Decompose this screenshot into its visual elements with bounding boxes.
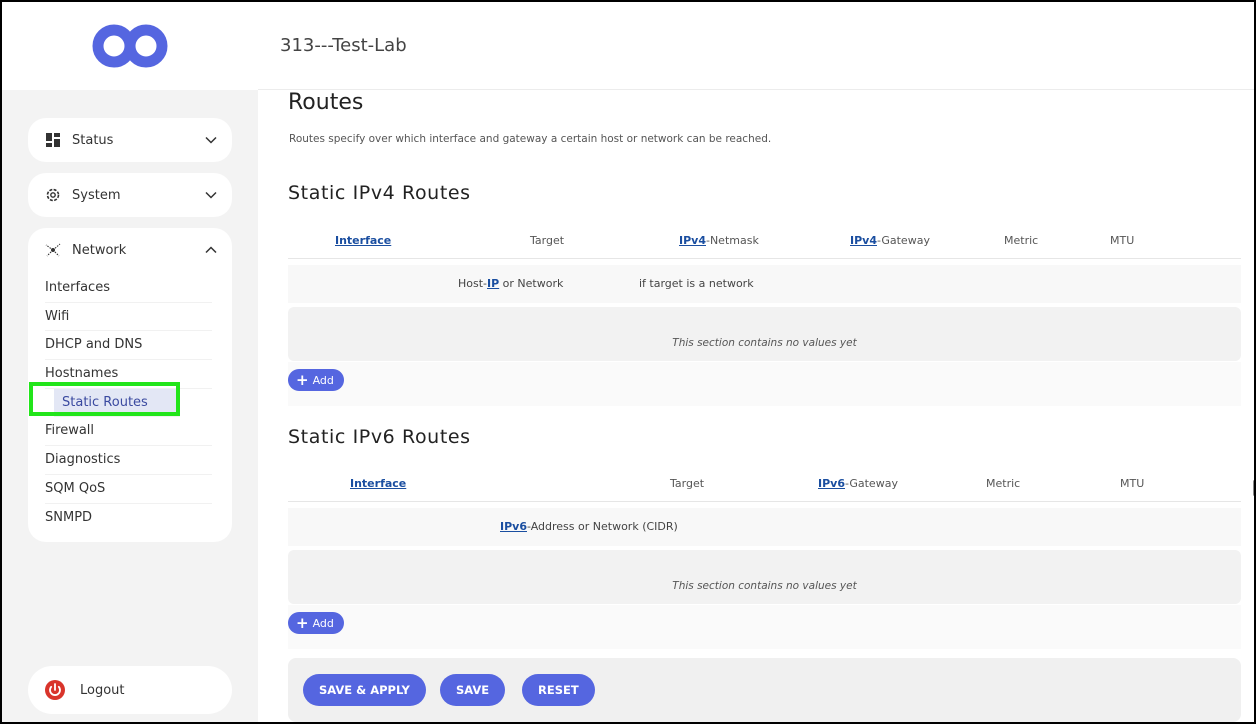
menu-status: Status: [28, 118, 232, 162]
ipv4-target-desc-abbr[interactable]: IP: [487, 277, 499, 290]
ipv4-gateway-rest: -Gateway: [876, 234, 930, 247]
page-title: Routes: [288, 90, 364, 115]
sidebar-item-hostnames[interactable]: Hostnames: [45, 360, 212, 389]
menu-network: Network Interfaces Wifi DHCP and DNS Hos…: [28, 228, 232, 542]
plus-icon: +: [296, 370, 309, 389]
logout-label: Logout: [80, 682, 125, 698]
ipv6-add-button[interactable]: + Add: [288, 612, 344, 634]
ipv6-col-mtu: MTU: [1120, 477, 1145, 490]
ipv6-table-header: Interface Target IPv6-Gateway Metric MTU: [288, 466, 1241, 502]
ipv6-empty-row: This section contains no values yet: [288, 550, 1241, 604]
ipv4-gateway-abbr[interactable]: IPv4: [850, 234, 877, 247]
ipv6-target-desc-abbr[interactable]: IPv6: [500, 520, 527, 533]
ipv4-col-metric: Metric: [1004, 234, 1039, 247]
ipv4-add-label: Add: [312, 373, 334, 387]
menu-network-toggle[interactable]: Network: [28, 228, 232, 272]
reset-button[interactable]: RESET: [522, 674, 595, 706]
menu-network-label: Network: [72, 242, 127, 258]
ipv6-target-desc: IPv6-Address or Network (CIDR): [500, 520, 678, 533]
sidebar-item-sqm-qos[interactable]: SQM QoS: [45, 475, 212, 504]
sidebar-item-wifi[interactable]: Wifi: [45, 303, 212, 332]
ipv4-empty-row: This section contains no values yet: [288, 307, 1241, 361]
sidebar-item-firewall[interactable]: Firewall: [45, 417, 212, 447]
dashboard-icon: [44, 131, 62, 149]
save-apply-button[interactable]: SAVE & APPLY: [303, 674, 426, 706]
ipv4-add-button[interactable]: + Add: [288, 369, 344, 391]
sidebar: Status System Network Interfaces Wifi DH…: [2, 2, 258, 722]
ipv4-netmask-desc: if target is a network: [639, 277, 754, 290]
save-button[interactable]: SAVE: [440, 674, 506, 706]
ipv4-netmask-rest: -Netmask: [705, 234, 759, 247]
ipv4-col-target: Target: [530, 234, 565, 247]
menu-system-label: System: [72, 187, 121, 203]
gear-icon: [44, 186, 62, 204]
ipv6-add-label: Add: [312, 616, 334, 630]
chevron-down-icon: [205, 191, 217, 199]
ipv6-col-interface[interactable]: Interface: [350, 477, 406, 490]
ipv6-gateway-rest: -Gateway: [844, 477, 898, 490]
sidebar-item-snmpd[interactable]: SNMPD: [45, 504, 212, 533]
app-frame: Status System Network Interfaces Wifi DH…: [0, 0, 1256, 724]
logout-button[interactable]: Logout: [28, 666, 232, 714]
ipv4-col-netmask: IPv4-Netmask: [679, 234, 759, 247]
power-icon: [45, 680, 65, 700]
sidebar-item-static-routes[interactable]: Static Routes: [54, 388, 180, 418]
ipv6-target-desc-post: -Address or Network (CIDR): [526, 520, 678, 533]
menu-status-label: Status: [72, 132, 114, 148]
ipv4-col-interface[interactable]: Interface: [335, 234, 391, 247]
sidebar-item-interfaces[interactable]: Interfaces: [45, 274, 212, 303]
form-actions-bar: SAVE & APPLY SAVE RESET: [288, 658, 1241, 722]
ipv6-description-row: IPv6-Address or Network (CIDR): [288, 508, 1241, 546]
ipv6-col-gateway: IPv6-Gateway: [818, 477, 898, 490]
sidebar-item-diagnostics[interactable]: Diagnostics: [45, 446, 212, 475]
ipv6-col-metric: Metric: [986, 477, 1021, 490]
ipv4-netmask-abbr[interactable]: IPv4: [679, 234, 706, 247]
menu-status-toggle[interactable]: Status: [28, 118, 232, 162]
ipv4-description-row: Host-IP or Network if target is a networ…: [288, 265, 1241, 303]
network-subnav: Interfaces Wifi DHCP and DNS Hostnames S…: [28, 272, 232, 544]
logo[interactable]: [2, 2, 258, 90]
ipv6-section-title: Static IPv6 Routes: [288, 426, 471, 448]
ipv4-add-strip: [288, 362, 1241, 406]
plus-icon: +: [296, 613, 309, 632]
ipv4-target-desc-post: or Network: [499, 277, 564, 290]
ipv4-target-desc: Host-IP or Network: [458, 277, 563, 290]
ipv4-col-gateway: IPv4-Gateway: [850, 234, 930, 247]
ipv6-gateway-abbr[interactable]: IPv6: [818, 477, 845, 490]
ipv6-col-target: Target: [670, 477, 705, 490]
menu-system-toggle[interactable]: System: [28, 173, 232, 217]
ipv4-target-desc-pre: Host-: [458, 277, 488, 290]
hostname-title: 313---Test-Lab: [280, 35, 407, 56]
page-description: Routes specify over which interface and …: [289, 133, 772, 145]
menu-system: System: [28, 173, 232, 217]
ipv6-add-strip: [288, 605, 1241, 649]
ipv4-table-header: Interface Target IPv4-Netmask IPv4-Gatew…: [288, 223, 1241, 259]
chevron-up-icon: [205, 246, 217, 254]
ipv4-col-mtu: MTU: [1110, 234, 1135, 247]
chevron-down-icon: [205, 136, 217, 144]
ipv4-empty-text: This section contains no values yet: [672, 337, 857, 349]
ipv6-empty-text: This section contains no values yet: [672, 580, 857, 592]
top-header: 313---Test-Lab: [258, 2, 1254, 90]
main-content: Routes Routes specify over which interfa…: [258, 90, 1254, 722]
sidebar-item-dhcp-dns[interactable]: DHCP and DNS: [45, 331, 212, 361]
ipv4-section-title: Static IPv4 Routes: [288, 182, 471, 204]
network-icon: [44, 241, 62, 259]
infinity-logo-icon: [92, 24, 168, 68]
